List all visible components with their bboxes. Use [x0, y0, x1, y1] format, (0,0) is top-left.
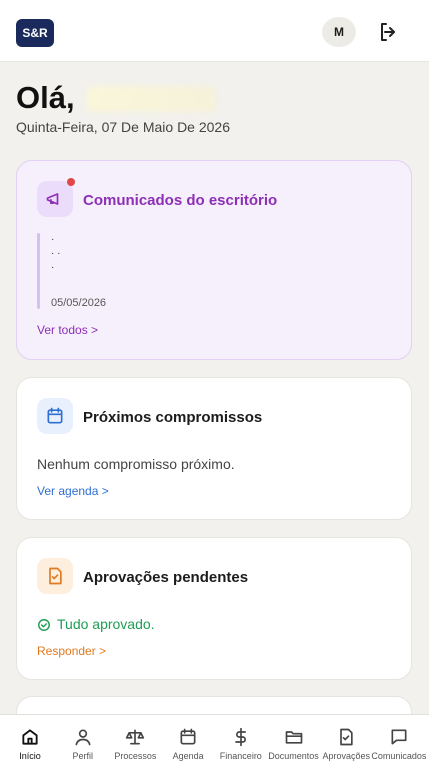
tab-documentos[interactable]: Documentos — [268, 715, 320, 772]
message-accent-line — [37, 233, 40, 309]
tab-inicio[interactable]: Início — [4, 715, 56, 772]
compromissos-status: Nenhum compromisso próximo. — [37, 456, 235, 472]
tab-label-perfil: Perfil — [72, 751, 93, 761]
tab-financeiro[interactable]: Financeiro — [215, 715, 267, 772]
message-date: 05/05/2026 — [51, 297, 107, 309]
file-check-icon — [37, 558, 73, 594]
file-check-icon — [340, 728, 353, 746]
aprovacoes-card: Aprovações pendentes Tudo aprovado. Resp… — [16, 537, 412, 680]
tab-label-aprovacoes: Aprovações — [322, 751, 370, 761]
aprovacoes-status-row: Tudo aprovado. — [37, 616, 155, 632]
logout-icon[interactable] — [376, 20, 400, 44]
tab-processos[interactable]: Processos — [109, 715, 161, 772]
megaphone-icon — [37, 181, 73, 217]
folder-icon — [285, 731, 302, 744]
tab-label-comunicados: Comunicados — [371, 751, 427, 761]
calendar-icon — [180, 728, 196, 745]
app-logo[interactable]: S&R — [16, 19, 54, 47]
current-date: Quinta-Feira, 07 De Maio De 2026 — [16, 119, 230, 135]
aprovacoes-title: Aprovações pendentes — [83, 569, 249, 586]
ver-agenda-link[interactable]: Ver agenda > — [37, 484, 109, 498]
tab-label-inicio: Início — [19, 751, 41, 761]
bottom-tab-bar: Início Perfil Processos Agenda Financeir… — [0, 714, 429, 772]
tab-comunicados[interactable]: Comunicados — [371, 715, 427, 772]
compromissos-title: Próximos compromissos — [83, 409, 263, 426]
top-bar: S&R M — [0, 0, 429, 62]
message-icon — [391, 729, 407, 745]
scale-icon — [126, 729, 145, 745]
tab-perfil[interactable]: Perfil — [57, 715, 109, 772]
home-icon — [22, 729, 38, 745]
blurred-user-name — [86, 86, 216, 112]
tab-label-financeiro: Financeiro — [219, 751, 262, 761]
comunicados-card: Comunicados do escritório · · · · 05/05/20… — [16, 160, 412, 360]
comunicados-title: Comunicados do escritório — [83, 192, 278, 209]
tab-label-processos: Processos — [114, 751, 157, 761]
responder-link[interactable]: Responder > — [37, 644, 106, 658]
calendar-icon — [37, 398, 73, 434]
greeting-title: Olá, — [16, 80, 75, 115]
aprovacoes-status: Tudo aprovado. — [57, 616, 155, 632]
tab-label-agenda: Agenda — [172, 751, 204, 761]
avatar[interactable]: M — [322, 17, 356, 47]
notification-dot — [67, 178, 75, 186]
tab-label-documentos: Documentos — [268, 751, 319, 761]
compromissos-card: Próximos compromissos Nenhum compromisso… — [16, 377, 412, 520]
check-circle-icon — [38, 619, 50, 632]
dollar-icon — [234, 727, 246, 747]
ver-todos-link[interactable]: Ver todos > — [37, 323, 98, 337]
message-preview[interactable]: · · · · — [51, 233, 60, 275]
user-icon — [75, 729, 91, 746]
tab-agenda[interactable]: Agenda — [162, 715, 214, 772]
tab-aprovacoes[interactable]: Aprovações — [320, 715, 372, 772]
